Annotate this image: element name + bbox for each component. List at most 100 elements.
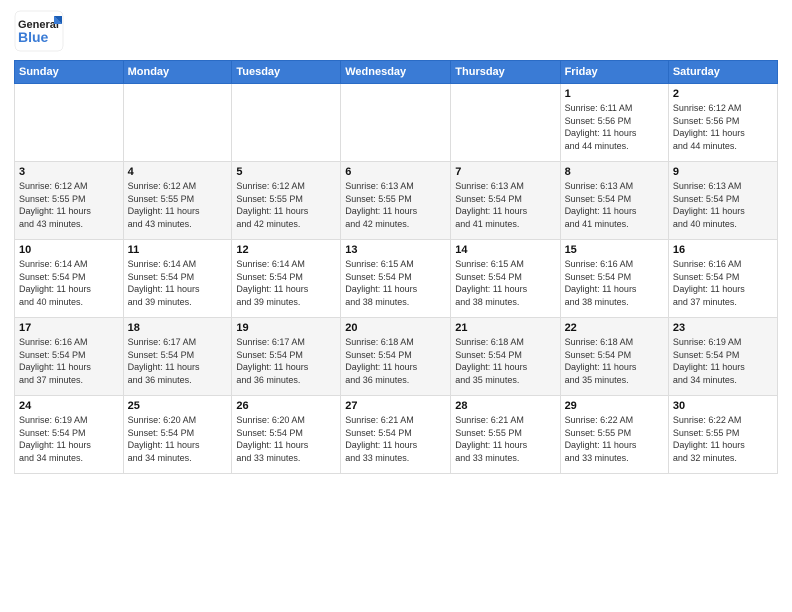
day-info: Sunrise: 6:14 AMSunset: 5:54 PMDaylight:… — [19, 258, 119, 308]
day-cell: 17 Sunrise: 6:16 AMSunset: 5:54 PMDayligh… — [15, 318, 124, 396]
day-number: 11 — [128, 244, 228, 256]
day-number: 3 — [19, 166, 119, 178]
day-cell: 24Sunrise: 6:19 AMSunset: 5:54 PMDayligh… — [15, 396, 124, 474]
day-number: 4 — [128, 166, 228, 178]
day-cell: 7 Sunrise: 6:13 AMSunset: 5:54 PMDaylight… — [451, 162, 560, 240]
day-info: Sunrise: 6:18 AMSunset: 5:54 PMDaylight:… — [455, 336, 555, 386]
weekday-saturday: Saturday — [668, 61, 777, 84]
day-info: Sunrise: 6:17 AMSunset: 5:54 PMDaylight:… — [128, 336, 228, 386]
day-cell: 25 Sunrise: 6:20 AMSunset: 5:54 PMDayligh… — [123, 396, 232, 474]
day-info: Sunrise: 6:15 AMSunset: 5:54 PMDaylight:… — [455, 258, 555, 308]
day-info: Sunrise: 6:20 AMSunset: 5:54 PMDaylight:… — [128, 414, 228, 464]
day-number: 25 — [128, 400, 228, 412]
day-number: 14 — [455, 244, 555, 256]
day-cell: 4 Sunrise: 6:12 AMSunset: 5:55 PMDaylight… — [123, 162, 232, 240]
day-cell: 13 Sunrise: 6:15 AMSunset: 5:54 PMDayligh… — [341, 240, 451, 318]
day-cell: 18Sunrise: 6:17 AMSunset: 5:54 PMDayligh… — [123, 318, 232, 396]
day-info: Sunrise: 6:14 AMSunset: 5:54 PMDaylight:… — [128, 258, 228, 308]
day-info: Sunrise: 6:13 AMSunset: 5:54 PMDaylight:… — [455, 180, 555, 230]
day-info: Sunrise: 6:21 AMSunset: 5:54 PMDaylight:… — [345, 414, 446, 464]
day-cell: 12 Sunrise: 6:14 AMSunset: 5:54 PMDayligh… — [232, 240, 341, 318]
day-cell: 28 Sunrise: 6:21 AMSunset: 5:55 PMDayligh… — [451, 396, 560, 474]
week-row-3: 10 Sunrise: 6:14 AMSunset: 5:54 PMDayligh… — [15, 240, 778, 318]
week-row-5: 24Sunrise: 6:19 AMSunset: 5:54 PMDayligh… — [15, 396, 778, 474]
day-number: 23 — [673, 322, 773, 334]
day-cell: 1 Sunrise: 6:11 AMSunset: 5:56 PMDaylight… — [560, 84, 668, 162]
day-cell: 14 Sunrise: 6:15 AMSunset: 5:54 PMDayligh… — [451, 240, 560, 318]
day-number: 20 — [345, 322, 446, 334]
week-row-4: 17 Sunrise: 6:16 AMSunset: 5:54 PMDayligh… — [15, 318, 778, 396]
weekday-wednesday: Wednesday — [341, 61, 451, 84]
day-number: 9 — [673, 166, 773, 178]
day-number: 22 — [565, 322, 664, 334]
day-cell: 30 Sunrise: 6:22 AMSunset: 5:55 PMDayligh… — [668, 396, 777, 474]
day-cell — [123, 84, 232, 162]
day-info: Sunrise: 6:12 AMSunset: 5:55 PMDaylight:… — [236, 180, 336, 230]
weekday-friday: Friday — [560, 61, 668, 84]
calendar-table: SundayMondayTuesdayWednesdayThursdayFrid… — [14, 60, 778, 474]
day-number: 15 — [565, 244, 664, 256]
day-number: 8 — [565, 166, 664, 178]
day-number: 10 — [19, 244, 119, 256]
day-info: Sunrise: 6:15 AMSunset: 5:54 PMDaylight:… — [345, 258, 446, 308]
weekday-thursday: Thursday — [451, 61, 560, 84]
day-number: 7 — [455, 166, 555, 178]
day-cell — [451, 84, 560, 162]
day-cell: 23 Sunrise: 6:19 AMSunset: 5:54 PMDayligh… — [668, 318, 777, 396]
day-info: Sunrise: 6:12 AMSunset: 5:55 PMDaylight:… — [128, 180, 228, 230]
day-cell: 29 Sunrise: 6:22 AMSunset: 5:55 PMDayligh… — [560, 396, 668, 474]
day-number: 17 — [19, 322, 119, 334]
day-cell: 21Sunrise: 6:18 AMSunset: 5:54 PMDayligh… — [451, 318, 560, 396]
day-cell — [341, 84, 451, 162]
day-info: Sunrise: 6:17 AMSunset: 5:54 PMDaylight:… — [236, 336, 336, 386]
day-cell: 26 Sunrise: 6:20 AMSunset: 5:54 PMDayligh… — [232, 396, 341, 474]
weekday-sunday: Sunday — [15, 61, 124, 84]
day-cell — [232, 84, 341, 162]
day-number: 1 — [565, 88, 664, 100]
day-cell: 5Sunrise: 6:12 AMSunset: 5:55 PMDaylight… — [232, 162, 341, 240]
day-info: Sunrise: 6:16 AMSunset: 5:54 PMDaylight:… — [565, 258, 664, 308]
page-container: General Blue SundayMondayTuesdayWednesda… — [0, 0, 792, 612]
calendar-header: SundayMondayTuesdayWednesdayThursdayFrid… — [15, 61, 778, 84]
day-cell: 19 Sunrise: 6:17 AMSunset: 5:54 PMDayligh… — [232, 318, 341, 396]
day-info: Sunrise: 6:14 AMSunset: 5:54 PMDaylight:… — [236, 258, 336, 308]
weekday-tuesday: Tuesday — [232, 61, 341, 84]
day-number: 28 — [455, 400, 555, 412]
day-cell — [15, 84, 124, 162]
day-info: Sunrise: 6:21 AMSunset: 5:55 PMDaylight:… — [455, 414, 555, 464]
day-number: 6 — [345, 166, 446, 178]
day-number: 12 — [236, 244, 336, 256]
day-info: Sunrise: 6:12 AMSunset: 5:55 PMDaylight:… — [19, 180, 119, 230]
week-row-1: 1 Sunrise: 6:11 AMSunset: 5:56 PMDaylight… — [15, 84, 778, 162]
day-cell: 3 Sunrise: 6:12 AMSunset: 5:55 PMDaylight… — [15, 162, 124, 240]
day-info: Sunrise: 6:11 AMSunset: 5:56 PMDaylight:… — [565, 102, 664, 152]
weekday-header-row: SundayMondayTuesdayWednesdayThursdayFrid… — [15, 61, 778, 84]
day-info: Sunrise: 6:16 AMSunset: 5:54 PMDaylight:… — [673, 258, 773, 308]
day-cell: 22Sunrise: 6:18 AMSunset: 5:54 PMDayligh… — [560, 318, 668, 396]
day-info: Sunrise: 6:13 AMSunset: 5:55 PMDaylight:… — [345, 180, 446, 230]
day-info: Sunrise: 6:16 AMSunset: 5:54 PMDaylight:… — [19, 336, 119, 386]
day-info: Sunrise: 6:22 AMSunset: 5:55 PMDaylight:… — [565, 414, 664, 464]
day-info: Sunrise: 6:20 AMSunset: 5:54 PMDaylight:… — [236, 414, 336, 464]
day-number: 27 — [345, 400, 446, 412]
day-info: Sunrise: 6:19 AMSunset: 5:54 PMDaylight:… — [673, 336, 773, 386]
day-number: 29 — [565, 400, 664, 412]
svg-text:Blue: Blue — [18, 29, 49, 45]
day-number: 24 — [19, 400, 119, 412]
day-number: 26 — [236, 400, 336, 412]
day-cell: 9Sunrise: 6:13 AMSunset: 5:54 PMDaylight… — [668, 162, 777, 240]
weekday-monday: Monday — [123, 61, 232, 84]
day-cell: 20 Sunrise: 6:18 AMSunset: 5:54 PMDayligh… — [341, 318, 451, 396]
day-info: Sunrise: 6:18 AMSunset: 5:54 PMDaylight:… — [345, 336, 446, 386]
day-info: Sunrise: 6:22 AMSunset: 5:55 PMDaylight:… — [673, 414, 773, 464]
day-cell: 16Sunrise: 6:16 AMSunset: 5:54 PMDayligh… — [668, 240, 777, 318]
day-number: 30 — [673, 400, 773, 412]
day-cell: 10 Sunrise: 6:14 AMSunset: 5:54 PMDayligh… — [15, 240, 124, 318]
day-cell: 6 Sunrise: 6:13 AMSunset: 5:55 PMDaylight… — [341, 162, 451, 240]
day-number: 13 — [345, 244, 446, 256]
calendar-body: 1 Sunrise: 6:11 AMSunset: 5:56 PMDaylight… — [15, 84, 778, 474]
day-info: Sunrise: 6:13 AMSunset: 5:54 PMDaylight:… — [565, 180, 664, 230]
header: General Blue — [14, 10, 778, 52]
day-number: 19 — [236, 322, 336, 334]
logo-svg: General Blue — [14, 10, 64, 52]
